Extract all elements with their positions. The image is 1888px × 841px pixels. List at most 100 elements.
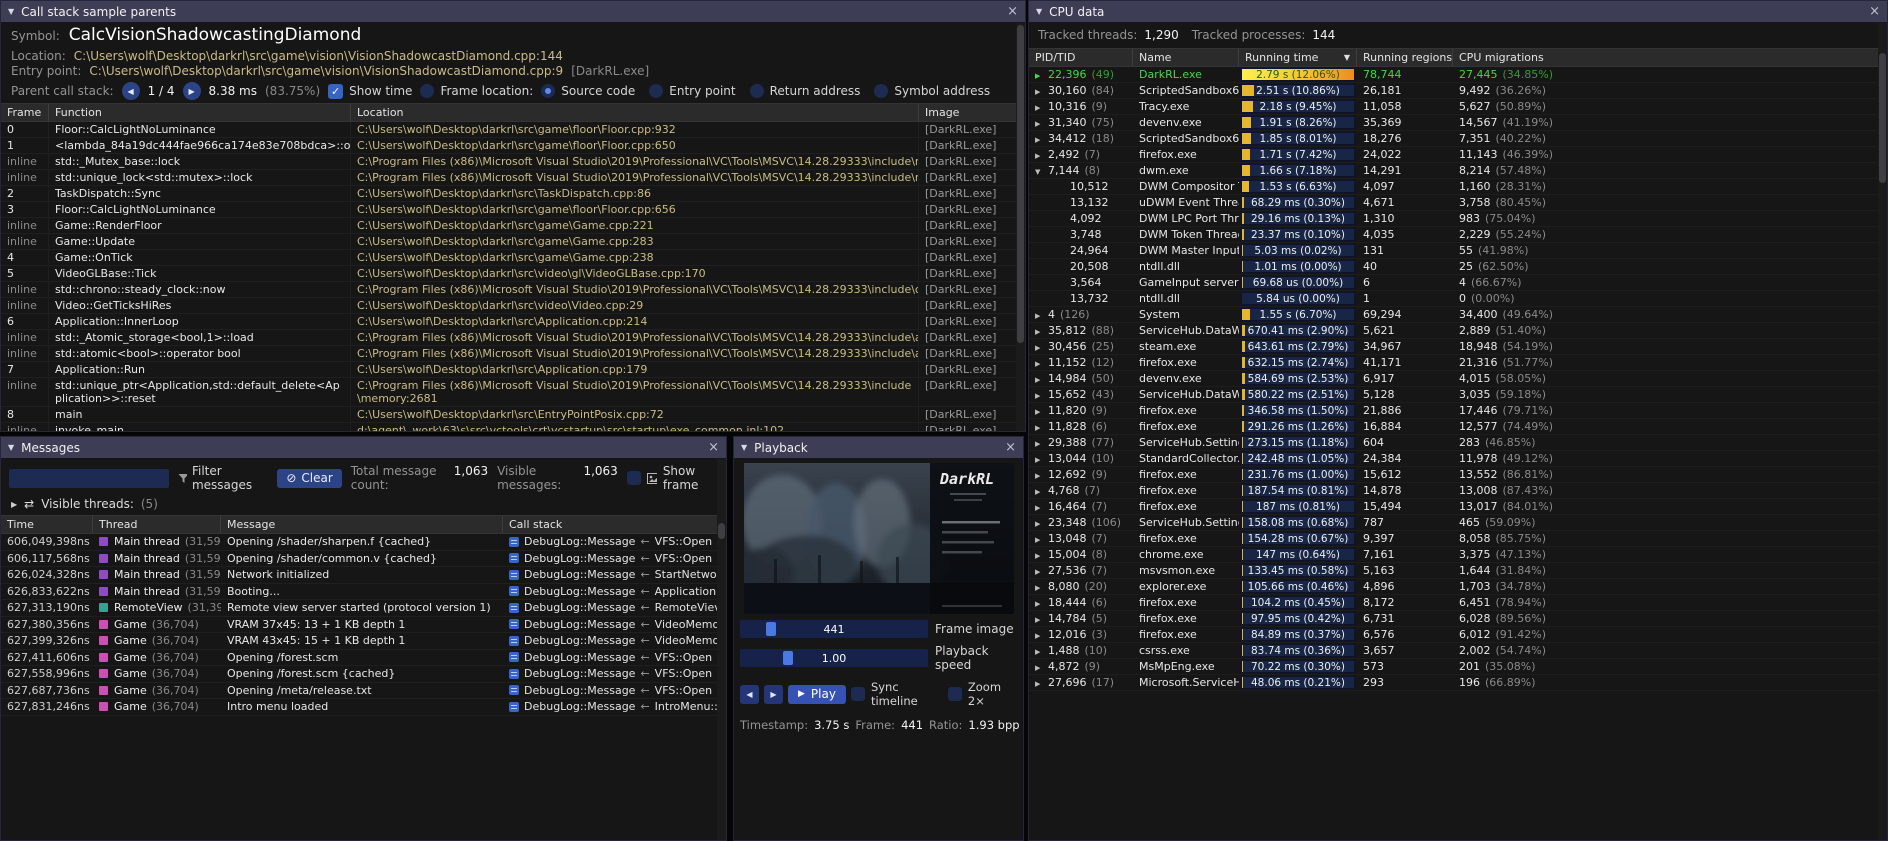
cpu-process-row[interactable]: ▶18,444(6) firefox.exe 104.2 ms (0.45%) … [1029,595,1887,611]
expand-arrow-icon[interactable]: ▶ [1035,440,1043,448]
collapse-icon[interactable]: ▼ [1036,7,1042,16]
message-row[interactable]: 627,558,996ns Game(36,704) Opening /fore… [1,666,726,683]
cpu-process-row[interactable]: ▶14,784(5) firefox.exe 97.95 ms (0.42%) … [1029,611,1887,627]
col-name[interactable]: Name [1133,49,1239,66]
message-row[interactable]: 627,399,326ns Game(36,704) VRAM 43x45: 1… [1,633,726,650]
expand-arrow-icon[interactable]: ▶ [1035,664,1043,672]
expand-arrow-icon[interactable]: ▶ [1035,504,1043,512]
frame-location-option[interactable]: Return address [750,84,861,98]
close-icon[interactable]: × [1869,5,1880,18]
cpu-process-row[interactable]: ▶15,004(8) chrome.exe 147 ms (0.64%) 7,1… [1029,547,1887,563]
cpu-process-row[interactable]: ▶13,048(7) firefox.exe 154.28 ms (0.67%)… [1029,531,1887,547]
clear-button[interactable]: ⊘ Clear [277,469,341,488]
callstack-frame-row[interactable]: 7 Application::Run C:\Users\wolf\Desktop… [1,362,1025,378]
message-callstack[interactable]: DebugLog::Message ← VFS::Open [503,552,726,565]
callstack-frame-row[interactable]: 4 Game::OnTick C:\Users\wolf\Desktop\dar… [1,250,1025,266]
cpu-process-row[interactable]: ▶11,820(9) firefox.exe 346.58 ms (1.50%)… [1029,403,1887,419]
expand-arrow-icon[interactable]: ▶ [1035,344,1043,352]
message-callstack[interactable]: DebugLog::Message ← RemoteViev [503,601,726,614]
col-cpu-migrations[interactable]: CPU migrations [1453,49,1887,66]
cpu-process-row[interactable]: ▶4,872(9) MsMpEng.exe 70.22 ms (0.30%) 5… [1029,659,1887,675]
messages-titlebar[interactable]: ▼ Messages × [1,437,726,458]
cpu-process-row[interactable]: ▶31,340(75) devenv.exe 1.91 s (8.26%) 35… [1029,115,1887,131]
callstack-titlebar[interactable]: ▼ Call stack sample parents × [1,1,1025,22]
next-frame-button[interactable]: ▶ [764,685,783,704]
callstack-frame-row[interactable]: inline std::_Atomic_storage<bool,1>::loa… [1,330,1025,346]
scrollbar-handle[interactable] [718,523,725,539]
expand-arrow-icon[interactable]: ▶ [1035,88,1043,96]
cpu-process-row[interactable]: 13,732 ntdll.dll 5.84 us (0.00%) 1 0(0.0… [1029,291,1887,307]
message-row[interactable]: 606,117,568ns Main thread(31,596) Openin… [1,551,726,568]
callstack-frame-row[interactable]: 5 VideoGLBase::Tick C:\Users\wolf\Deskto… [1,266,1025,282]
message-row[interactable]: 627,831,246ns Game(36,704) Intro menu lo… [1,699,726,716]
callstack-frame-row[interactable]: inline std::unique_ptr<Application,std::… [1,378,1025,407]
message-callstack[interactable]: DebugLog::Message ← VFS::Open [503,667,726,680]
message-row[interactable]: 627,687,736ns Game(36,704) Opening /meta… [1,683,726,700]
play-button[interactable]: ▶ Play [788,685,846,704]
expand-arrow-icon[interactable]: ▶ [1035,616,1043,624]
playback-titlebar[interactable]: ▼ Playback × [734,437,1023,458]
message-callstack[interactable]: DebugLog::Message ← Application: [503,585,726,598]
cpu-process-row[interactable]: ▶22,396(49) DarkRL.exe 2.79 s (12.06%) 7… [1029,67,1887,83]
col-pid-tid[interactable]: PID/TID [1029,49,1133,66]
cpu-scrollbar[interactable] [1878,23,1887,840]
expand-arrow-icon[interactable]: ▶ [1035,360,1043,368]
messages-scrollbar[interactable] [717,459,726,840]
cpu-process-row[interactable]: ▶16,464(7) firefox.exe 187 ms (0.81%) 15… [1029,499,1887,515]
cpu-process-row[interactable]: ▶30,160(84) ScriptedSandbox64.exe 2.51 s… [1029,83,1887,99]
cpu-process-row[interactable]: ▶23,348(106) ServiceHub.SettingsHost 158… [1029,515,1887,531]
expand-arrow-icon[interactable]: ▶ [1035,600,1043,608]
cpu-process-row[interactable]: ▶12,016(3) firefox.exe 84.89 ms (0.37%) … [1029,627,1887,643]
sync-timeline-checkbox[interactable]: Sync timeline [851,680,943,708]
cpu-process-row[interactable]: ▼7,144(8) dwm.exe 1.66 s (7.18%) 14,291 … [1029,163,1887,179]
frame-location-option[interactable]: Entry point [649,84,735,98]
expand-arrow-icon[interactable]: ▶ [1035,632,1043,640]
expand-arrow-icon[interactable]: ▶ [1035,120,1043,128]
message-callstack[interactable]: DebugLog::Message ← IntroMenu:: [503,700,726,713]
callstack-frame-row[interactable]: 2 TaskDispatch::Sync C:\Users\wolf\Deskt… [1,186,1025,202]
next-callstack-button[interactable]: ▶ [183,82,201,100]
expand-arrow-icon[interactable]: ▶ [1035,456,1043,464]
expand-arrow-icon[interactable]: ▶ [1035,584,1043,592]
message-row[interactable]: 606,049,398ns Main thread(31,596) Openin… [1,534,726,551]
message-row[interactable]: 626,024,328ns Main thread(31,596) Networ… [1,567,726,584]
message-row[interactable]: 626,833,622ns Main thread(31,596) Bootin… [1,584,726,601]
callstack-frame-row[interactable]: 6 Application::InnerLoop C:\Users\wolf\D… [1,314,1025,330]
expand-arrow-icon[interactable]: ▶ [1035,472,1043,480]
scrollbar-handle[interactable] [1879,53,1886,183]
cpu-process-row[interactable]: 10,512 DWM Compositor Thread 1.53 s (6.6… [1029,179,1887,195]
expand-arrow-icon[interactable]: ▶ [1035,328,1043,336]
close-icon[interactable]: × [708,441,719,454]
cpu-process-row[interactable]: ▶10,316(9) Tracy.exe 2.18 s (9.45%) 11,0… [1029,99,1887,115]
cpu-process-row[interactable]: ▶2,492(7) firefox.exe 1.71 s (7.42%) 24,… [1029,147,1887,163]
cpu-process-row[interactable]: ▶35,812(88) ServiceHub.DataWarehou 670.4… [1029,323,1887,339]
callstack-frame-row[interactable]: inline std::_Mutex_base::lock C:\Program… [1,154,1025,170]
cpu-process-row[interactable]: ▶4,768(7) firefox.exe 187.54 ms (0.81%) … [1029,483,1887,499]
cpu-process-row[interactable]: 13,132 uDWM Event Thread 68.29 ms (0.30%… [1029,195,1887,211]
frame-location-option[interactable]: Symbol address [874,84,990,98]
expand-arrow-icon[interactable]: ▶ [1035,552,1043,560]
expand-threads-icon[interactable]: ▶ [11,500,17,509]
message-callstack[interactable]: DebugLog::Message ← VFS::Open [503,684,726,697]
zoom-2x-checkbox[interactable]: Zoom 2× [948,680,1017,708]
callstack-frame-row[interactable]: inline invoke_main d:\agent\_work\63\s\s… [1,423,1025,431]
expand-arrow-icon[interactable]: ▶ [1035,424,1043,432]
col-running-time[interactable]: Running time▼ [1239,49,1357,66]
message-row[interactable]: 627,313,190ns RemoteView(31,392) Remote … [1,600,726,617]
expand-arrow-icon[interactable]: ▶ [1035,488,1043,496]
cpu-process-row[interactable]: ▶11,152(12) firefox.exe 632.15 ms (2.74%… [1029,355,1887,371]
expand-arrow-icon[interactable]: ▼ [1035,168,1043,176]
expand-arrow-icon[interactable]: ▶ [1035,104,1043,112]
cpu-process-row[interactable]: 3,748 DWM Token Thread 23.37 ms (0.10%) … [1029,227,1887,243]
message-row[interactable]: 627,411,606ns Game(36,704) Opening /fore… [1,650,726,667]
expand-arrow-icon[interactable]: ▶ [1035,568,1043,576]
expand-arrow-icon[interactable]: ▶ [1035,648,1043,656]
expand-arrow-icon[interactable]: ▶ [1035,536,1043,544]
cpu-process-row[interactable]: ▶4(126) System 1.55 s (6.70%) 69,294 34,… [1029,307,1887,323]
frame-location-option[interactable]: Source code [541,84,635,98]
scrollbar-handle[interactable] [1017,25,1024,343]
message-callstack[interactable]: DebugLog::Message ← VideoMemo [503,618,726,631]
cpu-process-row[interactable]: 4,092 DWM LPC Port Thread 29.16 ms (0.13… [1029,211,1887,227]
collapse-icon[interactable]: ▼ [8,7,14,16]
prev-frame-button[interactable]: ◀ [740,685,759,704]
